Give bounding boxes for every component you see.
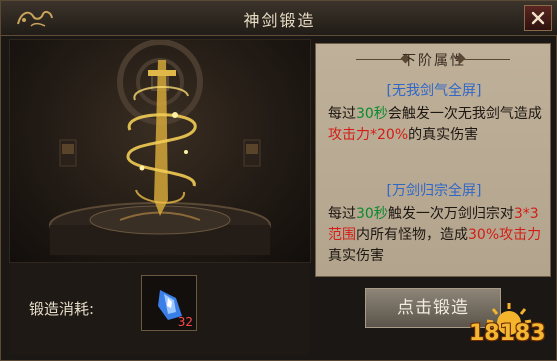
skill-desc-segment: 30秒	[356, 106, 388, 122]
window-title: 神剑锻造	[243, 11, 316, 30]
forge-cost-label: 锻造消耗:	[29, 300, 95, 318]
skill-desc-segment: 触发一次万剑归宗对	[387, 206, 514, 222]
skill-1-description: 每过30秒会触发一次无我剑气造成攻击力*20%的真实伤害	[328, 104, 542, 146]
skill-desc-segment: 每过	[328, 206, 356, 222]
skill-desc-segment: 每过	[328, 106, 356, 122]
close-button[interactable]	[524, 5, 552, 31]
cost-item-count: 32	[177, 315, 193, 329]
close-icon	[531, 11, 545, 25]
title-bar: 神剑锻造	[1, 1, 557, 36]
forge-window: 神剑锻造 锻造消耗: 32 下阶属性 [无我剑气全屏] 每过30秒会触发一次无我…	[0, 0, 557, 361]
skill-desc-segment: 内所有怪物，造成	[356, 227, 468, 243]
skill-desc-segment: 30秒	[356, 206, 388, 222]
sword-preview	[9, 39, 311, 263]
watermark-text: 18183	[469, 321, 546, 346]
header-divider-right	[464, 59, 510, 60]
skill-2-description: 每过30秒触发一次万剑归宗对3*3范围内所有怪物，造成30%攻击力真实伤害	[328, 204, 542, 267]
skill-desc-segment: 真实伤害	[328, 248, 384, 264]
skill-1-name: [无我剑气全屏]	[386, 83, 482, 99]
forge-cost-panel: 锻造消耗: 32	[9, 263, 309, 355]
next-tier-attributes-panel: 下阶属性 [无我剑气全屏] 每过30秒会触发一次无我剑气造成攻击力*20%的真实…	[315, 43, 551, 277]
skill-desc-segment: 会触发一次无我剑气造成	[387, 106, 542, 122]
skill-2-name: [万剑归宗全屏]	[386, 183, 482, 199]
sword-altar-illustration	[49, 40, 271, 255]
skill-desc-segment: 30%攻击力	[468, 227, 542, 243]
skill-desc-segment: 的真实伤害	[408, 127, 479, 143]
site-watermark: 18183	[465, 301, 553, 357]
attributes-header: 下阶属性	[402, 53, 466, 69]
skill-desc-segment: 攻击力*20%	[328, 127, 409, 143]
cost-item-slot[interactable]: 32	[141, 275, 197, 331]
